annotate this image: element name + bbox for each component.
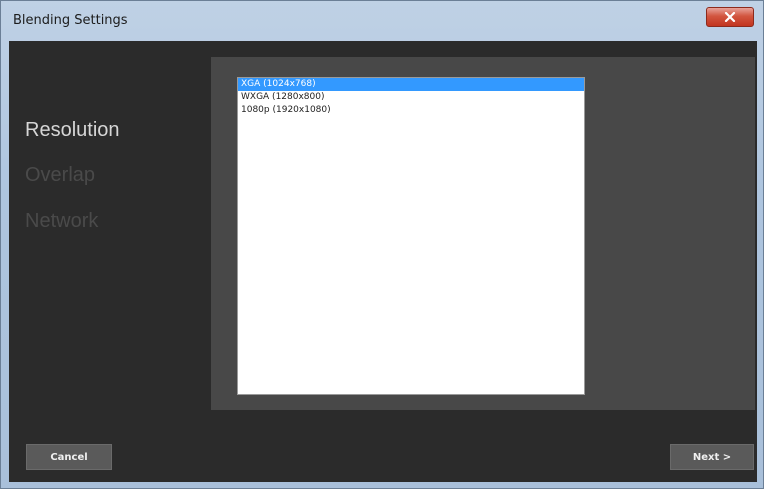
window-title: Blending Settings (13, 13, 128, 28)
list-item-1080p[interactable]: 1080p (1920x1080) (238, 104, 584, 117)
list-item-wxga[interactable]: WXGA (1280x800) (238, 91, 584, 104)
nav-item-overlap[interactable]: Overlap (25, 164, 95, 187)
close-icon (724, 12, 736, 22)
title-bar[interactable]: Blending Settings (1, 1, 763, 41)
next-button[interactable]: Next > (670, 444, 754, 470)
blending-settings-window: Blending Settings Resolution Overlap Net… (0, 0, 764, 489)
list-item-xga[interactable]: XGA (1024x768) (238, 78, 584, 91)
close-button[interactable] (706, 7, 754, 27)
content-panel: XGA (1024x768) WXGA (1280x800) 1080p (19… (211, 57, 755, 410)
resolution-listbox[interactable]: XGA (1024x768) WXGA (1280x800) 1080p (19… (237, 77, 585, 395)
nav-item-resolution[interactable]: Resolution (25, 119, 120, 142)
nav-item-network[interactable]: Network (25, 210, 98, 233)
dialog-body: Resolution Overlap Network XGA (1024x768… (9, 41, 757, 482)
cancel-button[interactable]: Cancel (26, 444, 112, 470)
